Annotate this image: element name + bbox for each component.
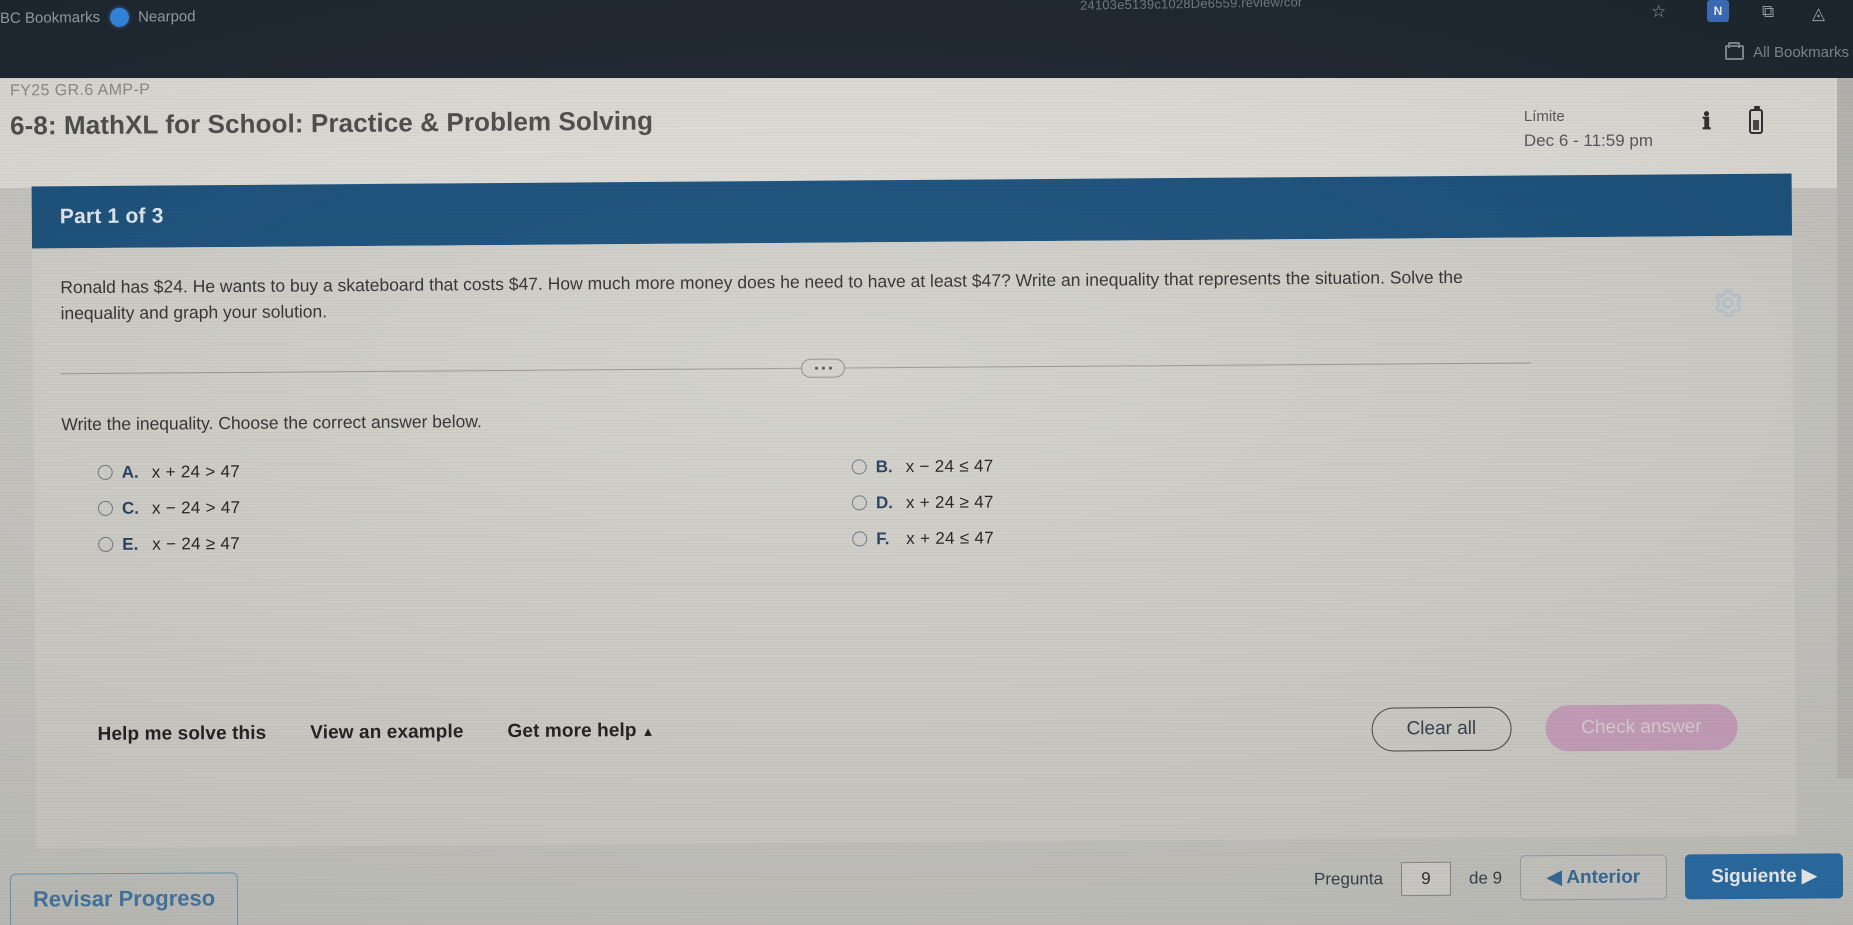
- radio-button-b[interactable]: [851, 459, 867, 475]
- extension-icon[interactable]: N: [1707, 0, 1729, 22]
- radio-button-d[interactable]: [851, 495, 868, 511]
- view-an-example-link[interactable]: View an example: [310, 721, 463, 744]
- info-icon[interactable]: ℹ: [1702, 108, 1711, 135]
- question-number-input[interactable]: [1401, 861, 1452, 896]
- url-text: 24103e5139c1028De6559.review/cor: [1079, 0, 1303, 13]
- answer-choice-b[interactable]: B. x − 24 ≤ 47: [851, 456, 994, 477]
- gear-icon[interactable]: [1710, 286, 1744, 320]
- choice-letter-f: F.: [876, 529, 890, 549]
- exercise-card: Part 1 of 3 Ronald has $24. He wants to …: [31, 173, 1797, 849]
- problem-statement: Ronald has $24. He wants to buy a skateb…: [60, 266, 1463, 324]
- answer-choice-c[interactable]: C. x − 24 > 47: [97, 497, 241, 519]
- choice-letter-d: D.: [875, 493, 894, 513]
- all-bookmarks-label: All Bookmarks: [1753, 44, 1849, 61]
- star-icon[interactable]: ☆: [1651, 2, 1666, 22]
- answer-choice-f[interactable]: F. x + 24 ≤ 47: [852, 528, 994, 549]
- radio-button-e[interactable]: [98, 536, 114, 552]
- choice-letter-b: B.: [875, 457, 893, 477]
- choice-expression-e: x − 24 ≥ 47: [152, 533, 241, 554]
- split-screen-icon[interactable]: ⧉: [1762, 2, 1774, 22]
- part-label: Part 1 of 3: [59, 204, 164, 229]
- help-link-group: Help me solve this View an example Get m…: [98, 720, 655, 746]
- answer-choice-d[interactable]: D. x + 24 ≥ 47: [851, 492, 994, 513]
- due-date-block: Límite Dec 6 - 11:59 pm: [1524, 106, 1653, 154]
- page-title: 6-8: MathXL for School: Practice & Probl…: [9, 105, 654, 141]
- pager: Pregunta de 9 ◀ Anterior Siguiente ▶: [1314, 853, 1844, 901]
- choice-letter-a: A.: [121, 462, 139, 482]
- choice-letter-e: E.: [122, 534, 139, 554]
- section-divider: [60, 351, 1531, 384]
- check-answer-button[interactable]: Check answer: [1545, 703, 1738, 752]
- help-me-solve-this-link[interactable]: Help me solve this: [98, 723, 267, 746]
- choice-letter-c: C.: [121, 498, 140, 518]
- due-label: Límite: [1523, 108, 1565, 125]
- next-button[interactable]: Siguiente ▶: [1685, 853, 1844, 900]
- radio-button-a[interactable]: [97, 464, 113, 480]
- clear-all-button[interactable]: Clear all: [1371, 706, 1512, 752]
- answer-choice-list: A. x + 24 > 47 B. x − 24 ≤ 47 C. x − 24 …: [62, 453, 1463, 593]
- bottom-navigation-bar: Revisar Progreso Pregunta de 9 ◀ Anterio…: [0, 839, 1853, 925]
- choice-expression-b: x − 24 ≤ 47: [905, 456, 994, 477]
- bookmark-item-label: Nearpod: [137, 8, 196, 26]
- nearpod-favicon-icon: [109, 7, 130, 27]
- exercise-body: Ronald has $24. He wants to buy a skateb…: [32, 235, 1797, 849]
- get-more-help-link[interactable]: Get more help ▲: [507, 720, 654, 743]
- course-code: FY25 GR.6 AMP-P: [9, 81, 151, 100]
- page-right-edge: [1837, 78, 1853, 778]
- radio-button-c[interactable]: [97, 500, 114, 516]
- ellipsis-icon[interactable]: [800, 358, 846, 378]
- cast-icon[interactable]: ◬: [1812, 4, 1825, 24]
- assignment-header: FY25 GR.6 AMP-P 6-8: MathXL for School: …: [0, 78, 1853, 188]
- exercise-button-cluster: Clear all Check answer: [1371, 703, 1738, 753]
- pager-total-label: de 9: [1469, 867, 1503, 888]
- choice-expression-c: x − 24 > 47: [151, 497, 241, 518]
- answer-choice-a[interactable]: A. x + 24 > 47: [97, 461, 241, 483]
- pager-question-label: Pregunta: [1314, 868, 1384, 889]
- chevron-up-icon: ▲: [641, 723, 655, 740]
- screen-photo: 24103e5139c1028De6559.review/cor ☆ N ⧉ ◬…: [0, 0, 1853, 925]
- action-row: Help me solve this View an example Get m…: [35, 703, 1795, 777]
- get-more-help-label: Get more help: [507, 720, 637, 742]
- radio-button-f[interactable]: [852, 531, 868, 547]
- previous-button[interactable]: ◀ Anterior: [1520, 854, 1668, 901]
- battery-icon[interactable]: [1749, 106, 1763, 134]
- choice-expression-a: x + 24 > 47: [151, 461, 241, 482]
- divider-line: [60, 362, 1531, 375]
- answer-choice-e[interactable]: E. x − 24 ≥ 47: [98, 534, 240, 555]
- question-prompt: Write the inequality. Choose the correct…: [61, 411, 482, 435]
- bookmark-item-nearpod[interactable]: Nearpod: [109, 7, 196, 27]
- bookmarks-folder-label[interactable]: BC Bookmarks: [0, 9, 100, 27]
- all-bookmarks-button[interactable]: All Bookmarks: [1725, 42, 1849, 61]
- folder-icon: [1725, 42, 1745, 60]
- bookmarks-bar: BC Bookmarks Nearpod: [0, 7, 196, 28]
- due-value: Dec 6 - 11:59 pm: [1523, 131, 1653, 150]
- review-progress-button[interactable]: Revisar Progreso: [9, 872, 239, 925]
- browser-chrome: 24103e5139c1028De6559.review/cor ☆ N ⧉ ◬…: [0, 0, 1853, 78]
- header-icon-group: ℹ: [1702, 106, 1763, 135]
- choice-expression-f: x + 24 ≤ 47: [906, 528, 995, 549]
- choice-expression-d: x + 24 ≥ 47: [905, 492, 994, 513]
